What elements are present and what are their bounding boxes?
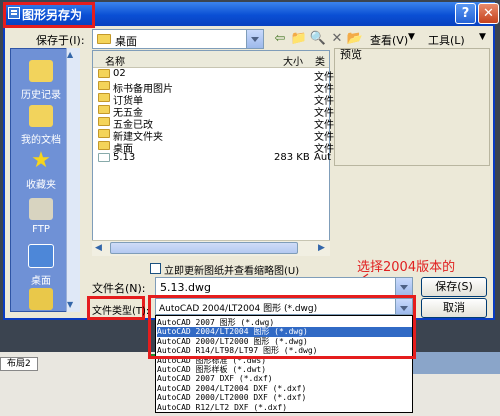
- filetype-label: 文件类型(T):: [92, 306, 150, 317]
- cancel-button[interactable]: 取消: [421, 298, 487, 318]
- save-button[interactable]: 保存(S): [421, 277, 487, 297]
- dropdown-highlight-box: [148, 295, 416, 359]
- filename-chevron-icon[interactable]: [395, 278, 412, 296]
- filename-input[interactable]: 5.13.dwg: [155, 277, 413, 297]
- filetype-option[interactable]: AutoCAD R12/LT2 DXF (*.dxf): [157, 403, 412, 413]
- filename-label: 文件名(N):: [92, 282, 146, 295]
- filename-value: 5.13.dwg: [160, 281, 211, 294]
